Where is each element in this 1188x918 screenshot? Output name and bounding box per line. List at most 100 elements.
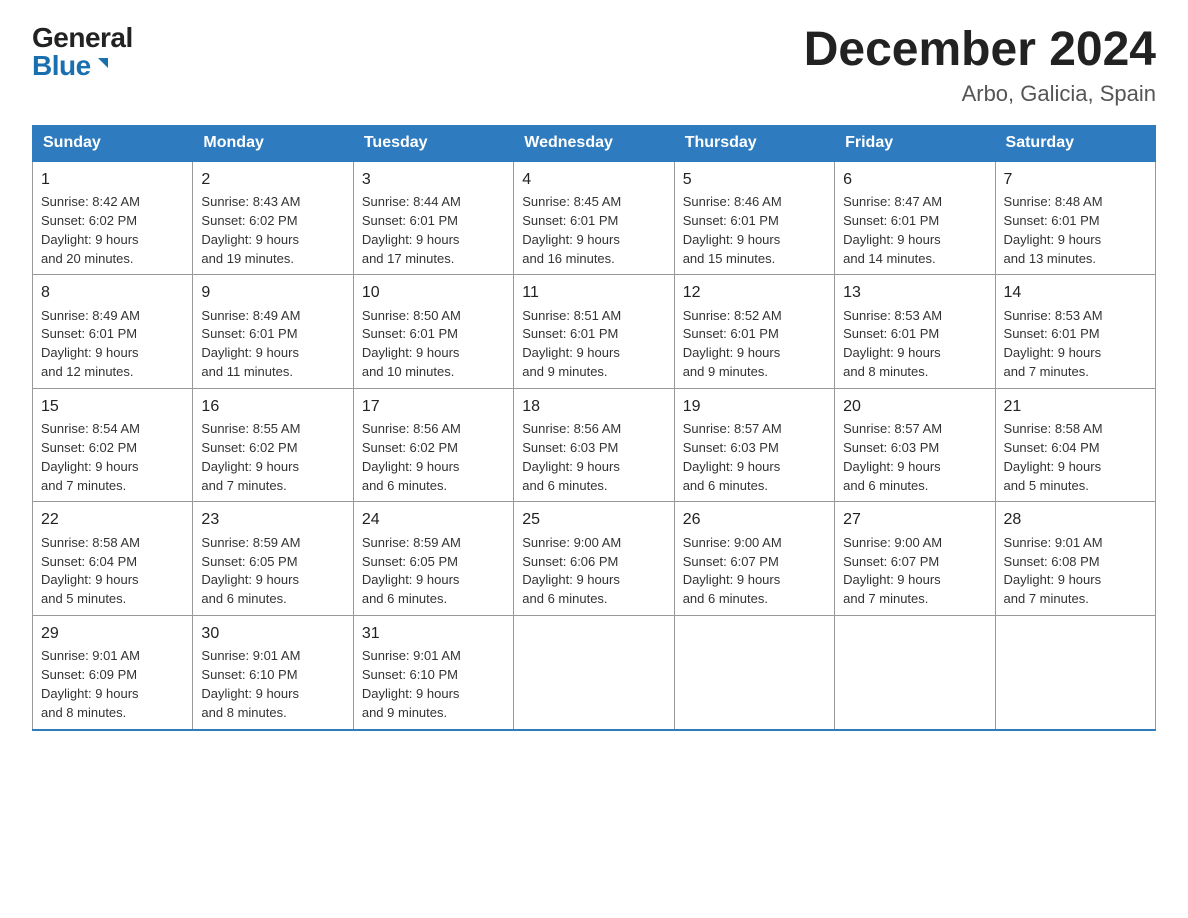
day-info: Sunrise: 8:58 AMSunset: 6:04 PMDaylight:… [41, 535, 140, 607]
day-info: Sunrise: 8:55 AMSunset: 6:02 PMDaylight:… [201, 421, 300, 493]
day-info: Sunrise: 8:51 AMSunset: 6:01 PMDaylight:… [522, 308, 621, 380]
day-number: 6 [843, 168, 986, 191]
header-thursday: Thursday [674, 125, 834, 161]
day-info: Sunrise: 8:57 AMSunset: 6:03 PMDaylight:… [843, 421, 942, 493]
day-info: Sunrise: 9:01 AMSunset: 6:10 PMDaylight:… [362, 648, 461, 720]
day-info: Sunrise: 9:00 AMSunset: 6:07 PMDaylight:… [843, 535, 942, 607]
day-info: Sunrise: 9:01 AMSunset: 6:08 PMDaylight:… [1004, 535, 1103, 607]
day-info: Sunrise: 8:42 AMSunset: 6:02 PMDaylight:… [41, 194, 140, 266]
day-number: 13 [843, 281, 986, 304]
calendar-cell: 26 Sunrise: 9:00 AMSunset: 6:07 PMDayligh… [674, 502, 834, 616]
day-number: 7 [1004, 168, 1147, 191]
logo-text: General Blue [32, 24, 133, 80]
calendar-cell: 8Sunrise: 8:49 AMSunset: 6:01 PMDaylight… [33, 275, 193, 389]
calendar-cell: 4Sunrise: 8:45 AMSunset: 6:01 PMDaylight… [514, 161, 674, 275]
day-number: 15 [41, 395, 184, 418]
calendar-cell: 5 Sunrise: 8:46 AMSunset: 6:01 PMDaylight… [674, 161, 834, 275]
day-number: 28 [1004, 508, 1147, 531]
day-number: 31 [362, 622, 505, 645]
week-row-5: 29 Sunrise: 9:01 AMSunset: 6:09 PMDayligh… [33, 616, 1156, 730]
calendar-cell: 14 Sunrise: 8:53 AMSunset: 6:01 PMDayligh… [995, 275, 1155, 389]
logo: General Blue [32, 24, 133, 80]
day-number: 26 [683, 508, 826, 531]
day-info: Sunrise: 9:00 AMSunset: 6:06 PMDaylight:… [522, 535, 621, 607]
day-number: 23 [201, 508, 344, 531]
calendar-cell: 7 Sunrise: 8:48 AMSunset: 6:01 PMDaylight… [995, 161, 1155, 275]
day-number: 24 [362, 508, 505, 531]
day-number: 18 [522, 395, 665, 418]
day-info: Sunrise: 8:49 AMSunset: 6:01 PMDaylight:… [201, 308, 300, 380]
day-number: 12 [683, 281, 826, 304]
calendar-cell: 28 Sunrise: 9:01 AMSunset: 6:08 PMDayligh… [995, 502, 1155, 616]
day-number: 5 [683, 168, 826, 191]
logo-blue: Blue [32, 52, 91, 80]
calendar-cell: 16 Sunrise: 8:55 AMSunset: 6:02 PMDayligh… [193, 388, 353, 502]
day-info: Sunrise: 8:48 AMSunset: 6:01 PMDaylight:… [1004, 194, 1103, 266]
calendar-cell: 25 Sunrise: 9:00 AMSunset: 6:06 PMDayligh… [514, 502, 674, 616]
day-number: 21 [1004, 395, 1147, 418]
day-info: Sunrise: 8:49 AMSunset: 6:01 PMDaylight:… [41, 308, 140, 380]
calendar-cell [674, 616, 834, 730]
day-info: Sunrise: 8:43 AMSunset: 6:02 PMDaylight:… [201, 194, 300, 266]
calendar-cell: 23 Sunrise: 8:59 AMSunset: 6:05 PMDayligh… [193, 502, 353, 616]
calendar-cell: 20Sunrise: 8:57 AMSunset: 6:03 PMDayligh… [835, 388, 995, 502]
calendar-cell: 27 Sunrise: 9:00 AMSunset: 6:07 PMDayligh… [835, 502, 995, 616]
calendar-cell: 21Sunrise: 8:58 AMSunset: 6:04 PMDayligh… [995, 388, 1155, 502]
day-info: Sunrise: 8:54 AMSunset: 6:02 PMDaylight:… [41, 421, 140, 493]
header-friday: Friday [835, 125, 995, 161]
calendar-title: December 2024 [804, 24, 1156, 77]
day-info: Sunrise: 8:46 AMSunset: 6:01 PMDaylight:… [683, 194, 782, 266]
week-row-1: 1 Sunrise: 8:42 AMSunset: 6:02 PMDaylight… [33, 161, 1156, 275]
day-number: 3 [362, 168, 505, 191]
logo-triangle-icon [94, 54, 112, 76]
day-info: Sunrise: 9:01 AMSunset: 6:09 PMDaylight:… [41, 648, 140, 720]
week-row-2: 8Sunrise: 8:49 AMSunset: 6:01 PMDaylight… [33, 275, 1156, 389]
day-number: 30 [201, 622, 344, 645]
day-info: Sunrise: 9:00 AMSunset: 6:07 PMDaylight:… [683, 535, 782, 607]
logo-general: General [32, 24, 133, 52]
calendar-cell: 15 Sunrise: 8:54 AMSunset: 6:02 PMDayligh… [33, 388, 193, 502]
calendar-cell: 12Sunrise: 8:52 AMSunset: 6:01 PMDayligh… [674, 275, 834, 389]
calendar-subtitle: Arbo, Galicia, Spain [804, 81, 1156, 107]
day-number: 17 [362, 395, 505, 418]
day-number: 19 [683, 395, 826, 418]
calendar-header-row: SundayMondayTuesdayWednesdayThursdayFrid… [33, 125, 1156, 161]
calendar-cell: 30 Sunrise: 9:01 AMSunset: 6:10 PMDayligh… [193, 616, 353, 730]
day-info: Sunrise: 8:59 AMSunset: 6:05 PMDaylight:… [362, 535, 461, 607]
header-tuesday: Tuesday [353, 125, 513, 161]
calendar-cell [995, 616, 1155, 730]
day-number: 14 [1004, 281, 1147, 304]
day-info: Sunrise: 8:59 AMSunset: 6:05 PMDaylight:… [201, 535, 300, 607]
week-row-4: 22 Sunrise: 8:58 AMSunset: 6:04 PMDayligh… [33, 502, 1156, 616]
day-info: Sunrise: 8:44 AMSunset: 6:01 PMDaylight:… [362, 194, 461, 266]
day-info: Sunrise: 8:57 AMSunset: 6:03 PMDaylight:… [683, 421, 782, 493]
day-info: Sunrise: 8:50 AMSunset: 6:01 PMDaylight:… [362, 308, 461, 380]
calendar-cell: 11 Sunrise: 8:51 AMSunset: 6:01 PMDayligh… [514, 275, 674, 389]
calendar-cell [514, 616, 674, 730]
day-info: Sunrise: 8:47 AMSunset: 6:01 PMDaylight:… [843, 194, 942, 266]
day-number: 22 [41, 508, 184, 531]
calendar-cell: 22 Sunrise: 8:58 AMSunset: 6:04 PMDayligh… [33, 502, 193, 616]
calendar-cell [835, 616, 995, 730]
calendar-cell: 10Sunrise: 8:50 AMSunset: 6:01 PMDayligh… [353, 275, 513, 389]
header-wednesday: Wednesday [514, 125, 674, 161]
calendar-cell: 9 Sunrise: 8:49 AMSunset: 6:01 PMDaylight… [193, 275, 353, 389]
calendar-cell: 1 Sunrise: 8:42 AMSunset: 6:02 PMDaylight… [33, 161, 193, 275]
day-number: 25 [522, 508, 665, 531]
header-saturday: Saturday [995, 125, 1155, 161]
day-number: 16 [201, 395, 344, 418]
week-row-3: 15 Sunrise: 8:54 AMSunset: 6:02 PMDayligh… [33, 388, 1156, 502]
day-info: Sunrise: 9:01 AMSunset: 6:10 PMDaylight:… [201, 648, 300, 720]
title-block: December 2024 Arbo, Galicia, Spain [804, 24, 1156, 107]
day-number: 11 [522, 281, 665, 304]
day-number: 29 [41, 622, 184, 645]
calendar-cell: 24 Sunrise: 8:59 AMSunset: 6:05 PMDayligh… [353, 502, 513, 616]
day-number: 27 [843, 508, 986, 531]
day-info: Sunrise: 8:53 AMSunset: 6:01 PMDaylight:… [1004, 308, 1103, 380]
calendar-cell: 3 Sunrise: 8:44 AMSunset: 6:01 PMDaylight… [353, 161, 513, 275]
day-number: 1 [41, 168, 184, 191]
calendar-cell: 29 Sunrise: 9:01 AMSunset: 6:09 PMDayligh… [33, 616, 193, 730]
day-number: 9 [201, 281, 344, 304]
header-sunday: Sunday [33, 125, 193, 161]
calendar-cell: 31 Sunrise: 9:01 AMSunset: 6:10 PMDayligh… [353, 616, 513, 730]
